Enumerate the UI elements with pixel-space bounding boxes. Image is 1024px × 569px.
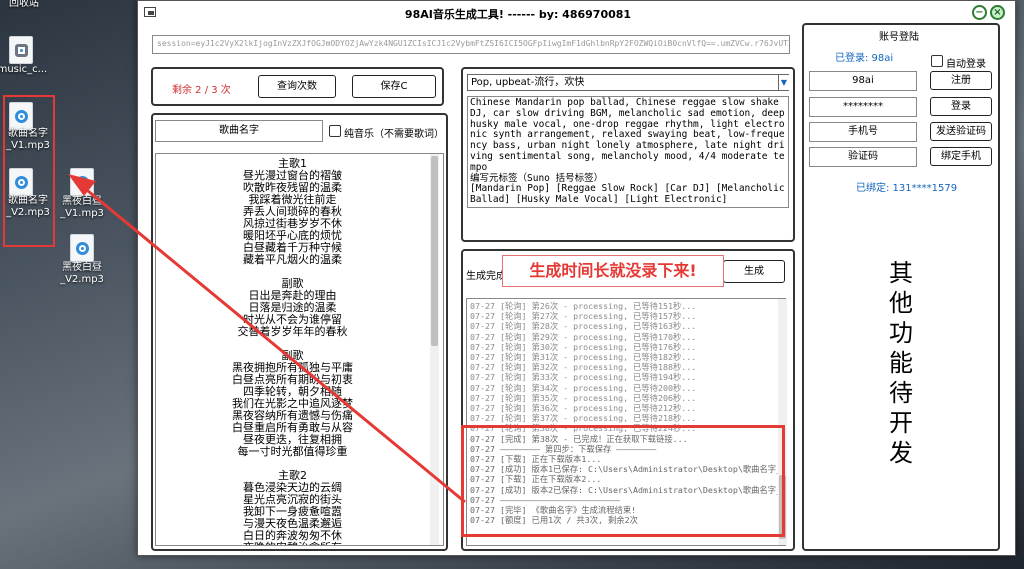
coming-soon-text: 其他功能待开发 bbox=[889, 259, 913, 467]
password-field[interactable]: ******** bbox=[809, 97, 917, 117]
save-button[interactable]: 保存C bbox=[352, 75, 436, 98]
desktop-icon-label: 黑夜白昼 bbox=[62, 262, 102, 273]
auto-login-checkbox[interactable] bbox=[931, 55, 943, 67]
instrumental-checkbox[interactable] bbox=[329, 125, 341, 137]
auto-login-label: 自动登录 bbox=[946, 59, 986, 70]
style-select[interactable]: Pop, upbeat-流行，欢快 bbox=[467, 74, 789, 91]
annotation-banner: 生成时间长就没录下来! bbox=[502, 255, 724, 287]
log-line: 07-27 [轮询] 第28次 - processing, 已等待163秒... bbox=[470, 321, 697, 332]
login-button[interactable]: 登录 bbox=[930, 97, 992, 116]
lyrics-textarea[interactable]: 主歌1 昼光漫过窗台的褶皱 吹散昨夜残留的温柔 我踩着微光往前走 弄丢人间琐碎的春秋 风掠… bbox=[155, 153, 444, 546]
lyrics-line: 藏着平凡烟火的温柔 bbox=[243, 253, 342, 266]
phone-field[interactable]: 手机号 bbox=[809, 122, 917, 142]
generate-status: 生成完成 bbox=[466, 271, 506, 282]
log-line: 07-27 [轮询] 第29次 - processing, 已等待170秒... bbox=[470, 331, 697, 342]
log-line: 07-27 [轮询] 第33次 - processing, 已等待194秒... bbox=[470, 372, 697, 383]
desktop-icon-label: 黑夜白昼 bbox=[62, 196, 102, 207]
logged-in-status: 已登录: 98ai bbox=[835, 53, 894, 64]
app-file-icon bbox=[9, 36, 33, 64]
bind-phone-button[interactable]: 绑定手机 bbox=[930, 147, 992, 166]
log-line: 07-27 [轮询] 第27次 - processing, 已等待157秒... bbox=[470, 311, 697, 322]
desktop-icon-label: _V1.mp3 bbox=[60, 208, 104, 219]
desktop-icon-label: _V2.mp3 bbox=[60, 274, 104, 285]
instrumental-label: 纯音乐（不需要歌词） bbox=[344, 129, 444, 140]
chevron-down-icon[interactable]: ▼ bbox=[778, 75, 789, 90]
log-line: 07-27 [轮询] 第30次 - processing, 已等待176秒... bbox=[470, 341, 697, 352]
verification-code-field[interactable]: 验证码 bbox=[809, 147, 917, 167]
minimize-button[interactable]: − bbox=[972, 5, 987, 20]
log-line: 07-27 [轮询] 第37次 - processing, 已等待218秒... bbox=[470, 413, 697, 424]
log-line: 07-27 [轮询] 第26次 - processing, 已等待151秒... bbox=[470, 301, 697, 311]
desktop-icon-label: imusic_c... bbox=[0, 64, 48, 75]
window-title: 98AI音乐生成工具! ------ by: 486970081 bbox=[404, 8, 632, 21]
register-button[interactable]: 注册 bbox=[930, 71, 992, 90]
log-line: 07-27 [轮询] 第31次 - processing, 已等待182秒... bbox=[470, 352, 697, 363]
session-field[interactable]: session=eyJ1c2VyX2lkIjogInVzZXJfOGJmODYO… bbox=[152, 35, 790, 54]
song-name-input[interactable]: 歌曲名字 bbox=[155, 120, 323, 142]
close-button[interactable]: × bbox=[990, 5, 1005, 20]
username-field[interactable]: 98ai bbox=[809, 71, 917, 91]
music-file-icon bbox=[70, 234, 94, 262]
log-line: 07-27 [轮询] 第36次 - processing, 已等待212秒... bbox=[470, 403, 697, 414]
music-file-icon bbox=[70, 168, 94, 196]
query-count-button[interactable]: 查询次数 bbox=[258, 75, 336, 98]
log-highlight-box bbox=[461, 425, 785, 537]
lyrics-line: 每一寸时光都值得珍重 bbox=[237, 445, 348, 458]
log-line: 07-27 [轮询] 第35次 - processing, 已等待206秒... bbox=[470, 392, 697, 403]
lyrics-scrollbar[interactable] bbox=[430, 154, 439, 545]
account-title: 账号登陆 bbox=[879, 32, 919, 43]
log-line: 07-27 [轮询] 第32次 - processing, 已等待188秒... bbox=[470, 362, 697, 373]
generate-button[interactable]: 生成 bbox=[723, 260, 785, 283]
send-code-button[interactable]: 发送验证码 bbox=[930, 122, 992, 141]
lyrics-line: 夜晚的安憩治愈所有 bbox=[156, 542, 429, 546]
remaining-count: 剩余 2 / 3 次 bbox=[172, 85, 231, 96]
desktop-highlight-box bbox=[3, 95, 55, 247]
title-bar: 98AI音乐生成工具! ------ by: 486970081 − × bbox=[138, 1, 1015, 25]
scrollbar-thumb[interactable] bbox=[431, 156, 438, 346]
style-prompt-textarea[interactable]: Chinese Mandarin pop ballad, Chinese reg… bbox=[467, 96, 789, 208]
log-line: 07-27 [轮询] 第34次 - processing, 已等待200秒... bbox=[470, 382, 697, 393]
desktop-recycle-bin-label: 回收站 bbox=[9, 0, 39, 9]
lyrics-line: 交替着岁岁年年的春秋 bbox=[237, 325, 348, 338]
bound-phone-status: 已绑定: 131****1579 bbox=[856, 183, 958, 194]
